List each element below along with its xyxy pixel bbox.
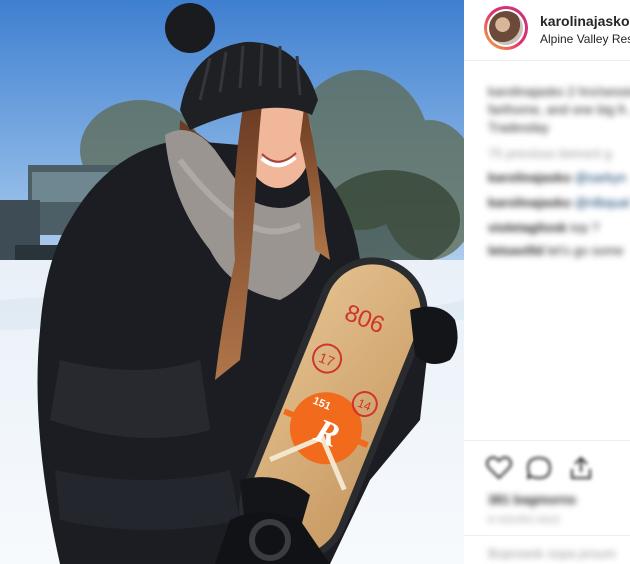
post-timestamp: 8 HOURS AGO: [488, 515, 560, 526]
caption-line: farthome, and one big fr...: [488, 102, 630, 117]
view-more-label: 75 previous tiemsnt g: [488, 146, 612, 161]
avatar[interactable]: [484, 6, 528, 50]
comment-item: karolinajasko @nlbqual: [488, 195, 630, 210]
comment-item: letsavilld let's go some: [488, 243, 623, 258]
caption-line: karolinajasko 2 hrs/sessions: [488, 84, 630, 99]
caption-text-1: karolinajasko 2 hrs/sessions: [488, 84, 630, 99]
comment-username[interactable]: letsavilld: [488, 243, 544, 258]
view-more-comments[interactable]: 75 previous tiemsnt g: [488, 146, 612, 161]
post-header: karolinajasko Alpine Valley Resort: [464, 0, 630, 61]
post-photo[interactable]: 806 17 14 151 R: [0, 0, 464, 564]
caption-text-2: farthome, and one big fr...: [488, 102, 630, 117]
location-link[interactable]: Alpine Valley Resort: [540, 32, 630, 46]
comment-username[interactable]: violetagliosk: [488, 220, 567, 235]
heart-icon[interactable]: [486, 456, 512, 480]
comment-text: top ?: [570, 220, 600, 235]
share-icon[interactable]: [568, 456, 594, 480]
comment-username[interactable]: karolinajasko: [488, 195, 571, 210]
comment-text[interactable]: @sarkyn: [575, 170, 627, 185]
comment-text: let's go some: [547, 243, 624, 258]
avatar-image: [489, 11, 523, 45]
comment-icon[interactable]: [526, 456, 552, 480]
add-comment-placeholder: Bojeowsk sopa proum: [488, 546, 616, 561]
comment-item: karolinajasko @sarkyn: [488, 170, 626, 185]
likes-label: 381 bagmorns: [488, 492, 577, 507]
likes-count[interactable]: 381 bagmorns: [488, 492, 576, 507]
action-bar: [484, 456, 604, 486]
comment-item: violetagliosk top ?: [488, 220, 599, 235]
caption-line: Tradesday: [488, 120, 549, 135]
timestamp-label: 8 HOURS AGO: [488, 515, 561, 526]
divider: [464, 535, 630, 536]
add-comment-input[interactable]: Bojeowsk sopa proum: [488, 546, 616, 561]
divider: [464, 440, 630, 441]
caption-text-3: Tradesday: [488, 120, 549, 135]
username-link[interactable]: karolinajasko: [540, 13, 630, 29]
photo-image: 806 17 14 151 R: [0, 0, 464, 564]
comment-text[interactable]: @nlbqual: [575, 195, 630, 210]
avatar-frame: [487, 9, 525, 47]
post-side-panel: karolinajasko Alpine Valley Resort karol…: [464, 0, 630, 564]
comment-username[interactable]: karolinajasko: [488, 170, 571, 185]
